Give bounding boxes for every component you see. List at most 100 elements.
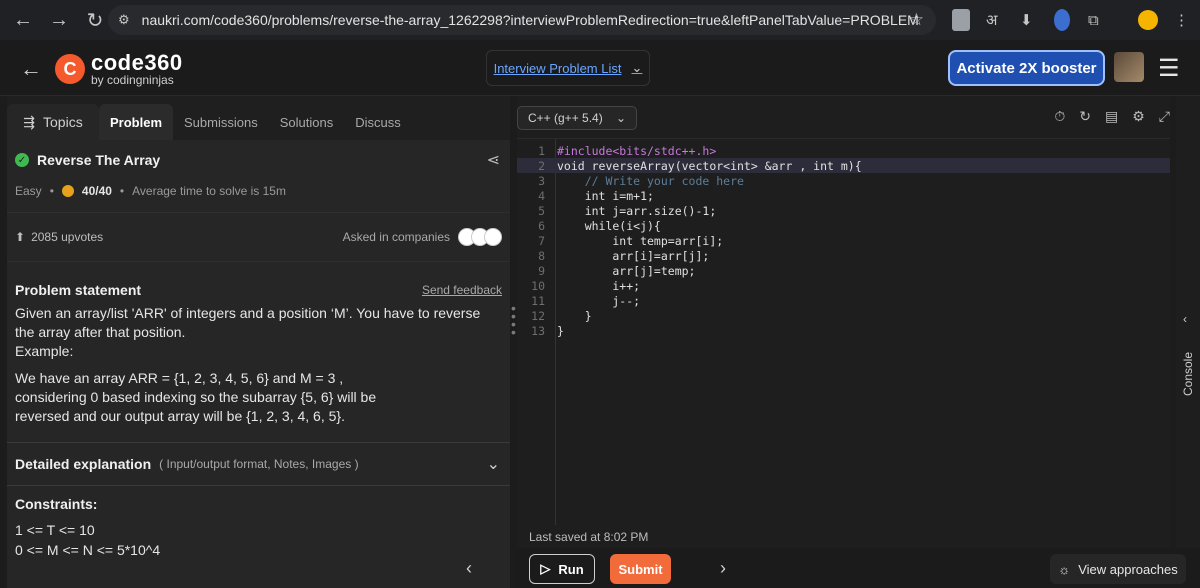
code-line[interactable]: 3 // Write your code here [517, 173, 1170, 188]
code-line[interactable]: 8 arr[i]=arr[j]; [517, 248, 1170, 263]
constraint-item: 1 <= T <= 10 [15, 522, 95, 538]
send-feedback-link[interactable]: Send feedback [422, 283, 502, 297]
profile-extension-icon[interactable] [1054, 9, 1070, 31]
language-select[interactable]: C++ (g++ 5.4) ⌄ [517, 106, 637, 130]
chevron-down-icon: ⌄ [486, 456, 500, 473]
share-icon[interactable]: ⋖ [487, 150, 500, 170]
address-bar[interactable]: ⚙ naukri.com/code360/problems/reverse-th… [108, 5, 936, 35]
tab-solutions[interactable]: Solutions [269, 104, 344, 140]
detailed-explanation-sub: ( Input/output format, Notes, Images ) [159, 457, 359, 471]
logo-main-text: code360 [91, 50, 183, 75]
last-saved-label: Last saved at 8:02 PM [529, 530, 649, 544]
code-text: int temp=arr[i]; [557, 233, 724, 248]
code-line[interactable]: 2 void reverseArray(vector<int> &arr , in… [517, 158, 1170, 173]
code-line[interactable]: 9 arr[j]=temp; [517, 263, 1170, 278]
back-icon[interactable]: ← [12, 9, 34, 32]
problem-statement-heading: Problem statement [15, 282, 142, 298]
code-text: int j=arr.size()-1; [557, 203, 717, 218]
topics-button[interactable]: ⇶ Topics [7, 104, 99, 140]
company-logos[interactable] [458, 228, 502, 246]
code-text: // Write your code here [557, 173, 744, 188]
code-line[interactable]: 12 } [517, 308, 1170, 323]
timer-icon[interactable]: ⏱ [1054, 108, 1065, 125]
code-text: while(i<j){ [557, 218, 661, 233]
bookmark-star-icon[interactable]: ☆ [909, 10, 924, 30]
profile-avatar-icon[interactable] [1138, 10, 1158, 30]
code-line[interactable]: 4 int i=m+1; [517, 188, 1170, 203]
code-line[interactable]: 1 #include<bits/stdc++.h> [517, 143, 1170, 158]
extension-icon[interactable] [952, 9, 970, 31]
tab-problem[interactable]: Problem [99, 104, 174, 140]
solved-check-icon: ✓ [15, 153, 29, 167]
run-button[interactable]: ▷ Run [529, 554, 595, 584]
line-number: 3 [538, 173, 545, 188]
editor-toolbar: ⏱ ↻ ▤ ⚙ ⤢ [1054, 108, 1170, 125]
code-text: j--; [557, 293, 641, 308]
fullscreen-icon[interactable]: ⤢ [1159, 108, 1170, 125]
extensions-puzzle-icon[interactable]: ⧉ [1088, 9, 1099, 31]
hindi-extension-icon[interactable]: अ [986, 9, 997, 31]
code-line[interactable]: 6 while(i<j){ [517, 218, 1170, 233]
score-label: 40/40 [81, 184, 112, 198]
detailed-explanation-heading: Detailed explanation [15, 456, 152, 472]
line-number: 7 [538, 233, 545, 248]
code-line[interactable]: 5 int j=arr.size()-1; [517, 203, 1170, 218]
back-arrow-icon[interactable]: ← [20, 56, 42, 82]
settings-gear-icon[interactable]: ⚙ [1132, 108, 1145, 125]
code-line[interactable]: 13} [517, 323, 1170, 338]
play-icon: ▷ [540, 561, 551, 576]
download-icon[interactable]: ⬇ [1020, 9, 1033, 31]
tab-submissions[interactable]: Submissions [173, 104, 269, 140]
user-avatar[interactable] [1114, 52, 1144, 82]
code-text: #include<bits/stdc++.h> [557, 143, 717, 158]
browser-toolbar: ← → ↻ ⚙ naukri.com/code360/problems/reve… [0, 0, 1200, 40]
tab-discuss[interactable]: Discuss [344, 104, 412, 140]
constraints-heading: Constraints: [15, 496, 98, 512]
panel-resize-handle[interactable]: • • • • [511, 301, 516, 339]
forward-icon[interactable]: → [48, 9, 70, 32]
url-text: naukri.com/code360/problems/reverse-the-… [141, 12, 919, 28]
difficulty-label: Easy [15, 184, 42, 198]
hamburger-menu-icon[interactable]: ☰ [1158, 54, 1180, 83]
asked-in-companies-label: Asked in companies [342, 230, 450, 244]
problem-panel: ⇶ Topics Problem Submissions Solutions D… [7, 96, 510, 588]
code-text: arr[i]=arr[j]; [557, 248, 710, 263]
console-label: Console [1181, 351, 1195, 396]
editor-panel: C++ (g++ 5.4) ⌄ ⏱ ↻ ▤ ⚙ ⤢ 1 #include<bits… [517, 96, 1170, 548]
topics-menu-icon: ⇶ [23, 113, 36, 130]
constraint-item: 0 <= M <= N <= 5*10^4 [15, 542, 161, 558]
activate-booster-button[interactable]: Activate 2X booster [948, 50, 1105, 86]
code-line[interactable]: 7 int temp=arr[i]; [517, 233, 1170, 248]
statement-paragraph: Given an array/list 'ARR' of integers an… [15, 305, 481, 340]
browser-menu-icon[interactable]: ⋮ [1174, 9, 1189, 31]
code-text: } [557, 323, 564, 338]
detailed-explanation-toggle[interactable]: Detailed explanation ( Input/output form… [7, 442, 510, 486]
reset-code-icon[interactable]: ↻ [1079, 108, 1091, 125]
reload-icon[interactable]: ↻ [84, 8, 106, 33]
problem-title: Reverse The Array [37, 152, 161, 168]
lightbulb-icon: ☼ [1058, 561, 1071, 577]
language-value: C++ (g++ 5.4) [528, 111, 603, 125]
interview-problem-list-dropdown[interactable]: Interview Problem List ⌄ [486, 50, 650, 86]
layout-icon[interactable]: ▤ [1105, 108, 1118, 125]
previous-problem-icon[interactable]: ‹ [466, 558, 472, 579]
line-number: 12 [531, 308, 545, 323]
logo[interactable]: C code360 by codingninjas [55, 52, 183, 86]
upvote-button[interactable]: ⬆ 2085 upvotes [15, 230, 103, 244]
problem-tabs: ⇶ Topics Problem Submissions Solutions D… [7, 96, 510, 140]
code-text: i++; [557, 278, 641, 293]
console-toggle[interactable]: ‹ Console [1176, 96, 1200, 548]
topics-label: Topics [43, 114, 83, 130]
code-line[interactable]: 11 j--; [517, 293, 1170, 308]
view-approaches-button[interactable]: ☼ View approaches [1050, 554, 1186, 584]
problem-list-label: Interview Problem List [493, 60, 622, 76]
code-editor[interactable]: 1 #include<bits/stdc++.h> 2 void reverseArr… [517, 138, 1170, 525]
site-info-icon[interactable]: ⚙ [118, 12, 130, 28]
run-label: Run [558, 561, 584, 577]
example-label: Example: [15, 343, 74, 359]
logo-mark-icon: C [55, 54, 85, 84]
line-number: 6 [538, 218, 545, 233]
next-problem-icon[interactable]: › [720, 558, 726, 579]
submit-button[interactable]: Submit [610, 554, 671, 584]
code-line[interactable]: 10 i++; [517, 278, 1170, 293]
